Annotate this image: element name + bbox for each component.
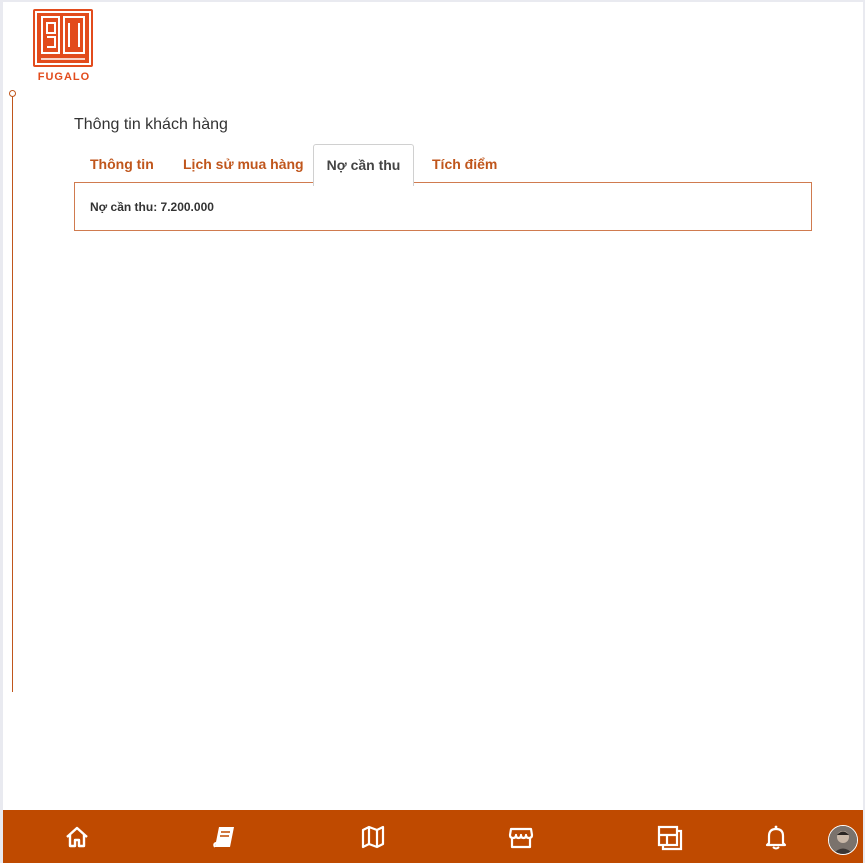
debt-panel: Nợ cần thu: 7.200.000 bbox=[74, 182, 812, 231]
book-icon[interactable] bbox=[209, 822, 239, 852]
logo-mark bbox=[33, 9, 93, 67]
tab-points[interactable]: Tích điểm bbox=[432, 144, 497, 184]
bottom-navigation bbox=[3, 810, 863, 863]
store-icon[interactable] bbox=[506, 822, 536, 852]
app-window: FUGALO Thông tin khách hàng Thông tin Lị… bbox=[3, 2, 863, 863]
bell-icon[interactable] bbox=[761, 822, 791, 852]
brand-logo[interactable]: FUGALO bbox=[33, 9, 95, 83]
brand-name: FUGALO bbox=[37, 71, 91, 83]
map-icon[interactable] bbox=[358, 822, 388, 852]
page-title: Thông tin khách hàng bbox=[74, 116, 228, 133]
tab-purchase-history[interactable]: Lịch sử mua hàng bbox=[183, 144, 304, 184]
debt-amount: Nợ cần thu: 7.200.000 bbox=[90, 200, 214, 214]
timeline-line bbox=[12, 96, 13, 692]
tab-bar: Thông tin Lịch sử mua hàng Nợ cần thu Tí… bbox=[74, 144, 811, 186]
tab-receivable-debt[interactable]: Nợ cần thu bbox=[313, 144, 414, 186]
layout-icon[interactable] bbox=[654, 822, 684, 852]
home-icon[interactable] bbox=[62, 822, 92, 852]
tab-info[interactable]: Thông tin bbox=[90, 144, 154, 184]
user-avatar[interactable] bbox=[828, 825, 858, 855]
